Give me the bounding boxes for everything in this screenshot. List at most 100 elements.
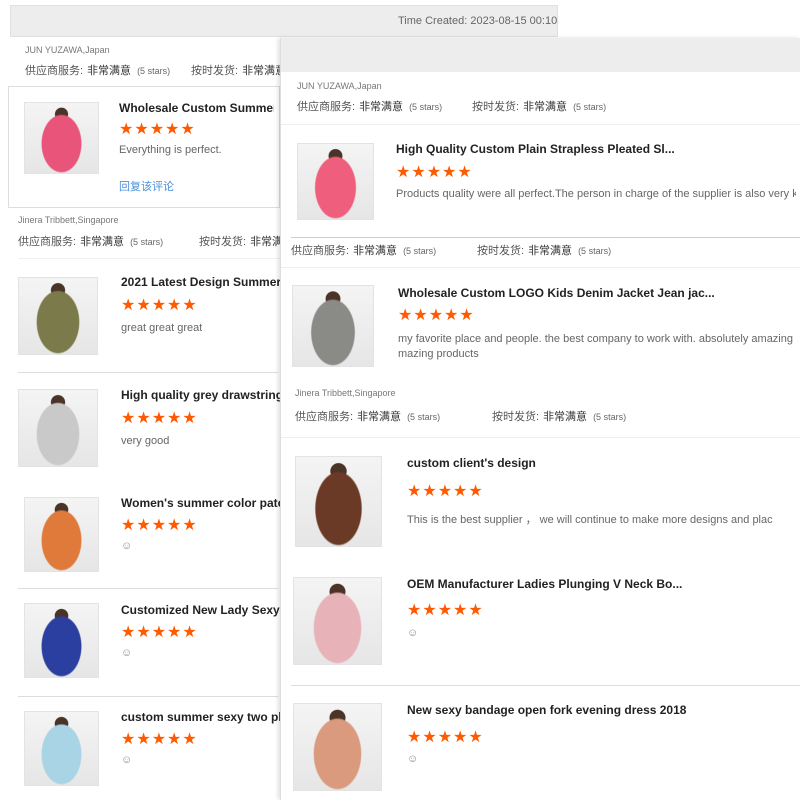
supplier-service-label: 供应商服务:	[291, 245, 350, 257]
on-time-label: 按时发货:	[492, 411, 540, 423]
rating-stars-count: (5 stars)	[130, 237, 164, 247]
smiley-emoji-icon: ☺	[121, 540, 133, 552]
divider	[18, 372, 278, 373]
on-time-rating: 按时发货:非常满意(5 stars)	[477, 242, 611, 257]
rating-stars: ★★★★★	[407, 483, 484, 500]
right-review-panel: JUN YUZAWA,Japan 供应商服务: 非常满意 (5 stars) 按时发货:…	[280, 38, 800, 800]
rating-row: 供应商服务:非常满意(5 stars)按时发货:非常满意(5 stars)	[297, 98, 797, 113]
supplier-service-rating: 供应商服务: 非常满意 (5 stars)	[18, 236, 163, 248]
supplier-service-rating: 供应商服务: 非常满意 (5 stars)	[291, 245, 436, 257]
rating-stars-count: (5 stars)	[137, 66, 171, 76]
supplier-service-label: 供应商服务:	[25, 65, 84, 77]
supplier-service-rating: 供应商服务: 非常满意 (5 stars)	[25, 65, 170, 77]
supplier-service-label: 供应商服务:	[18, 236, 77, 248]
product-title[interactable]: OEM Manufacturer Ladies Plunging V Neck …	[407, 577, 682, 591]
rating-row: 供应商服务:非常满意(5 stars)按时发货:非常满意(5 stars)	[25, 62, 280, 77]
rating-stars: ★★★★★	[121, 297, 198, 314]
product-image-grey-denim-jacket[interactable]	[292, 285, 374, 367]
product-title[interactable]: New sexy bandage open fork evening dress…	[407, 703, 686, 717]
rating-value: 非常满意	[528, 245, 573, 257]
reviewer-name: Jinera Tribbett,Singapore	[18, 215, 119, 225]
product-title[interactable]: custom client's design	[407, 456, 536, 470]
supplier-service-label: 供应商服务:	[297, 101, 356, 113]
rating-value: 非常满意	[242, 65, 280, 77]
review-text: Products quality were all perfect.The pe…	[396, 188, 796, 200]
divider	[291, 685, 800, 686]
rating-value: 非常满意	[353, 245, 398, 257]
rating-value: 非常满意	[523, 101, 568, 113]
product-title[interactable]: 2021 Latest Design Summer Dou	[121, 275, 281, 289]
rating-stars-count: (5 stars)	[593, 412, 627, 422]
rating-stars: ★★★★★	[121, 410, 198, 427]
review-text-continued: mazing products	[398, 348, 479, 360]
rating-row: 供应商服务:非常满意(5 stars)按时发货:非常满意(5 stars)	[18, 233, 280, 248]
rating-value: 非常满意	[357, 411, 402, 423]
supplier-service-rating: 供应商服务: 非常满意 (5 stars)	[295, 411, 440, 423]
rating-stars-count: (5 stars)	[409, 102, 443, 112]
rating-stars-count: (5 stars)	[407, 412, 441, 422]
divider	[18, 696, 278, 697]
product-image-light-blue-set[interactable]	[24, 711, 99, 786]
rating-row: 供应商服务:非常满意(5 stars)按时发货:非常满意(5 stars)	[295, 408, 800, 423]
rating-stars-count: (5 stars)	[403, 246, 437, 256]
on-time-rating: 按时发货:非常满意(5 stars)	[472, 98, 606, 113]
divider	[18, 258, 280, 259]
product-title[interactable]: Wholesale Custom LOGO Kids Denim Jacket …	[398, 286, 715, 300]
smiley-emoji-icon: ☺	[407, 753, 419, 765]
rating-value: 非常满意	[359, 101, 404, 113]
product-image-olive-tank-top[interactable]	[18, 277, 98, 355]
rating-stars: ★★★★★	[121, 731, 198, 748]
on-time-label: 按时发货:	[199, 236, 247, 248]
rating-value: 非常满意	[543, 411, 588, 423]
product-image-pink-v-neck-dress[interactable]	[293, 577, 382, 665]
divider	[281, 267, 800, 268]
rating-stars: ★★★★★	[398, 307, 475, 324]
reviewer-name: Jinera Tribbett,Singapore	[295, 388, 396, 398]
rating-stars: ★★★★★	[407, 729, 484, 746]
product-title[interactable]: High Quality Custom Plain Strapless Plea…	[396, 142, 675, 156]
rating-value: 非常满意	[80, 236, 125, 248]
on-time-label: 按时发货:	[191, 65, 239, 77]
product-title[interactable]: High quality grey drawstring won	[121, 388, 281, 402]
review-text: my favorite place and people. the best c…	[398, 333, 793, 345]
product-image-peach-satin-dress[interactable]	[293, 703, 382, 791]
smiley-emoji-icon: ☺	[407, 627, 419, 639]
rating-value: 非常满意	[87, 65, 132, 77]
review-text: great great great	[121, 322, 203, 334]
rating-stars: ★★★★★	[121, 517, 198, 534]
product-title[interactable]: Women's summer color patchwrok s	[121, 496, 281, 510]
product-image-pink-strapless-dress[interactable]	[297, 143, 374, 220]
rating-row: 供应商服务:非常满意(5 stars)按时发货:非常满意(5 stars)	[291, 242, 800, 257]
smiley-emoji-icon: ☺	[121, 754, 133, 766]
on-time-rating: 按时发货:非常满意(5 stars)	[199, 233, 280, 248]
rating-stars: ★★★★★	[121, 624, 198, 641]
rating-value: 非常满意	[250, 236, 280, 248]
product-title[interactable]: custom summer sexy two ple	[121, 710, 281, 724]
review-text: very good	[121, 435, 170, 447]
product-image-brown-velvet-set[interactable]	[295, 456, 382, 547]
product-image-white-shorts-set[interactable]	[24, 497, 99, 572]
product-image-pink-dress[interactable]	[24, 102, 99, 174]
product-title[interactable]: Wholesale Custom Summer S	[119, 101, 274, 115]
supplier-service-label: 供应商服务:	[295, 411, 354, 423]
on-time-rating: 按时发货:非常满意 (5 stars)	[492, 408, 626, 423]
panel-header	[281, 38, 800, 72]
product-image-grey-joggers[interactable]	[18, 389, 98, 467]
divider	[281, 437, 800, 438]
rating-stars: ★★★★★	[407, 602, 484, 619]
on-time-rating: 按时发货:非常满意(5 stars)	[191, 62, 280, 77]
review-text: Everything is perfect.	[119, 144, 222, 156]
reviewer-name: JUN YUZAWA,Japan	[297, 81, 382, 91]
supplier-service-rating: 供应商服务: 非常满意 (5 stars)	[297, 101, 442, 113]
divider	[281, 124, 800, 125]
product-title[interactable]: Customized New Lady Sexy Suit T	[121, 603, 281, 617]
divider	[291, 237, 800, 238]
on-time-label: 按时发货:	[472, 101, 520, 113]
reviewer-name: JUN YUZAWA,Japan	[25, 45, 110, 55]
reply-comment-link[interactable]: 回复该评论	[119, 178, 174, 194]
on-time-label: 按时发货:	[477, 245, 525, 257]
smiley-emoji-icon: ☺	[121, 647, 133, 659]
time-created: Time Created: 2023-08-15 00:10	[398, 15, 558, 27]
divider	[18, 588, 278, 589]
product-image-three-color-suits[interactable]	[24, 603, 99, 678]
